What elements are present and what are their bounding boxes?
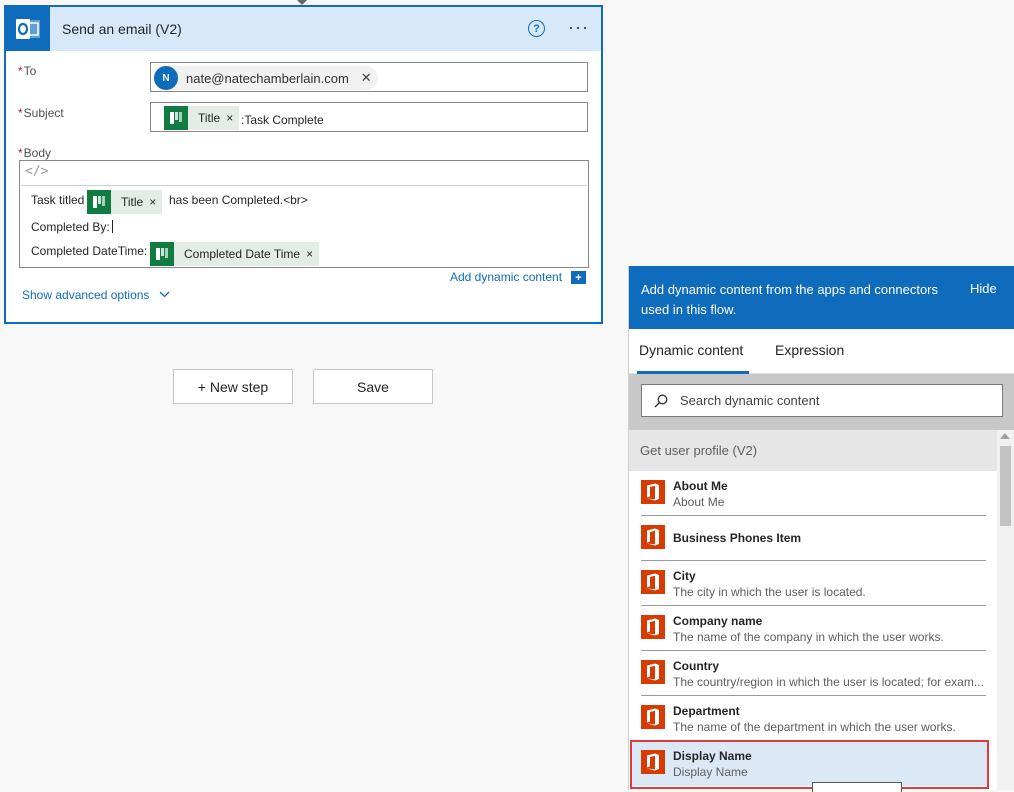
section-title: Get user profile (V2) xyxy=(640,443,758,458)
list-item-city[interactable]: City The city in which the user is locat… xyxy=(629,561,999,606)
search-input[interactable]: Search dynamic content xyxy=(641,384,1003,417)
body-title-token: Title × xyxy=(87,190,163,214)
recipient-chip: N nate@natechamberlain.com ✕ xyxy=(154,66,378,90)
body-line3-prefix: Completed DateTime: xyxy=(31,244,148,258)
search-icon xyxy=(654,394,668,407)
office365-icon xyxy=(641,570,665,594)
scroll-thumb[interactable] xyxy=(1000,446,1011,526)
card-header[interactable]: Send an email (V2) ? ··· xyxy=(6,7,601,51)
card-title[interactable]: Send an email (V2) xyxy=(62,21,182,37)
show-advanced-options-link[interactable]: Show advanced options xyxy=(22,288,149,302)
body-label-text: Body xyxy=(23,146,52,160)
list-item-company-name[interactable]: Company name The name of the company in … xyxy=(629,606,999,651)
body-editor[interactable]: </> Task titled Title × has been Complet… xyxy=(19,160,589,268)
remove-token-icon[interactable]: × xyxy=(226,111,239,125)
remove-token-icon[interactable]: × xyxy=(149,195,162,209)
subject-suffix-text: :Task Complete xyxy=(241,113,324,127)
chevron-down-icon[interactable] xyxy=(159,291,170,298)
item-name: Department xyxy=(673,704,740,718)
search-area: Search dynamic content xyxy=(629,374,1014,430)
body-line1-prefix: Task titled xyxy=(31,193,85,207)
item-description: The name of the department in which the … xyxy=(673,720,956,734)
item-name: Business Phones Item xyxy=(673,531,802,545)
body-toolbar: </> xyxy=(21,162,587,186)
recipient-email: nate@natechamberlain.com xyxy=(186,70,349,86)
tab-dynamic-content[interactable]: Dynamic content xyxy=(639,342,743,358)
required-mark: * xyxy=(18,64,23,78)
new-step-button[interactable]: + New step xyxy=(173,369,293,404)
selection-highlight xyxy=(630,740,989,789)
item-name: About Me xyxy=(673,479,728,493)
planner-icon xyxy=(87,190,111,214)
body-label: *Body xyxy=(18,146,51,160)
list-item-about-me[interactable]: About Me About Me xyxy=(629,471,999,516)
panel-scrollbar[interactable] xyxy=(997,430,1014,790)
dynamic-content-panel: Add dynamic content from the apps and co… xyxy=(628,266,1014,790)
token-label: Title xyxy=(121,195,144,209)
subject-label-text: Subject xyxy=(23,106,64,120)
section-header[interactable]: Get user profile (V2) xyxy=(629,430,1000,471)
required-mark: * xyxy=(18,106,23,120)
item-name: Company name xyxy=(673,614,763,628)
list-item-country[interactable]: Country The country/region in which the … xyxy=(629,651,999,696)
office365-icon xyxy=(641,660,665,684)
required-mark: * xyxy=(18,146,23,160)
save-button[interactable]: Save xyxy=(313,369,433,404)
hide-button[interactable]: Hide xyxy=(970,281,997,296)
office365-icon xyxy=(641,480,665,504)
add-dynamic-content-link[interactable]: Add dynamic content xyxy=(450,270,562,284)
avatar: N xyxy=(154,66,178,90)
token-label: Completed Date Time xyxy=(184,247,301,261)
to-field[interactable]: N nate@natechamberlain.com ✕ xyxy=(150,62,588,92)
list-item-business-phones[interactable]: Business Phones Item xyxy=(629,516,999,561)
item-description: The country/region in which the user is … xyxy=(673,675,984,689)
subject-title-token: Title × xyxy=(164,106,240,130)
subject-label: *Subject xyxy=(18,106,64,120)
body-line2-text: Completed By: xyxy=(31,220,110,234)
panel-description: Add dynamic content from the apps and co… xyxy=(641,282,939,317)
help-icon[interactable]: ? xyxy=(528,20,545,37)
code-view-icon[interactable]: </> xyxy=(25,164,48,179)
subject-field[interactable]: Title × :Task Complete xyxy=(150,102,588,132)
to-label-text: To xyxy=(23,64,37,78)
add-dynamic-content-icon[interactable]: + xyxy=(571,271,586,284)
body-date-token: Completed Date Time × xyxy=(150,242,320,266)
office365-icon xyxy=(641,705,665,729)
remove-token-icon[interactable]: × xyxy=(306,247,319,261)
list-item-department[interactable]: Department The name of the department in… xyxy=(629,696,999,741)
item-description: The name of the company in which the use… xyxy=(673,630,944,644)
search-placeholder: Search dynamic content xyxy=(680,393,820,408)
item-name: City xyxy=(673,569,696,583)
to-label: *To xyxy=(18,64,36,78)
tab-expression[interactable]: Expression xyxy=(775,342,844,358)
text-caret xyxy=(112,220,113,233)
item-description: The city in which the user is located. xyxy=(673,585,866,599)
more-options-icon[interactable]: ··· xyxy=(568,17,589,38)
send-email-card: Send an email (V2) ? ··· *To N nate@nate… xyxy=(4,5,603,324)
panel-header: Add dynamic content from the apps and co… xyxy=(629,266,1014,329)
panel-tabs: Dynamic content Expression xyxy=(629,329,1014,374)
tooltip xyxy=(812,782,902,792)
office365-icon xyxy=(641,525,665,549)
body-line1-suffix: has been Completed.<br> xyxy=(169,193,308,207)
outlook-icon xyxy=(6,7,50,51)
item-name: Country xyxy=(673,659,719,673)
item-description: About Me xyxy=(673,495,725,509)
office365-icon xyxy=(641,615,665,639)
scroll-up-arrow-icon[interactable] xyxy=(1000,433,1010,439)
planner-icon xyxy=(150,242,174,266)
remove-recipient-icon[interactable]: ✕ xyxy=(361,70,372,86)
planner-icon xyxy=(164,106,188,130)
token-label: Title xyxy=(198,111,221,125)
